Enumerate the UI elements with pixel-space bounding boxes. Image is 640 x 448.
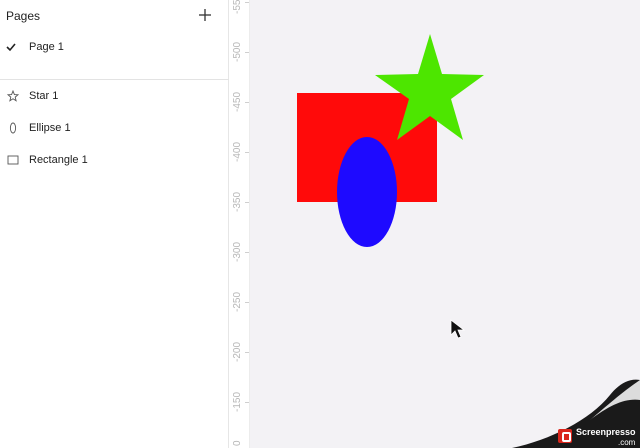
ellipse-shape[interactable] bbox=[337, 137, 397, 247]
canvas-drawing bbox=[297, 34, 640, 448]
ruler-tick-label: -450 bbox=[232, 92, 243, 113]
screenpresso-logo-icon bbox=[558, 429, 572, 443]
watermark-text: Screenpresso bbox=[576, 427, 636, 437]
ruler-tick-label: -400 bbox=[232, 142, 243, 163]
rectangle-icon bbox=[7, 155, 19, 165]
ruler-tick-label: 0 bbox=[232, 440, 243, 446]
arrow-cursor-icon bbox=[450, 319, 466, 339]
star-icon bbox=[7, 90, 19, 102]
ruler-tick-label: -350 bbox=[232, 192, 243, 213]
design-app: Pages Page 1 Star 1 Ellipse 1 Rectangle … bbox=[0, 0, 640, 448]
ruler-tick-label: -250 bbox=[232, 292, 243, 313]
ellipse-icon bbox=[9, 122, 17, 134]
design-canvas[interactable] bbox=[250, 0, 640, 448]
pages-header: Pages bbox=[0, 0, 229, 32]
layer-label: Ellipse 1 bbox=[29, 122, 71, 134]
layer-label: Rectangle 1 bbox=[29, 154, 88, 166]
ruler-tick-label: -500 bbox=[232, 42, 243, 63]
screenpresso-watermark: Screenpresso .com bbox=[558, 426, 640, 448]
page-label: Page 1 bbox=[29, 41, 64, 53]
ruler-tick-label: -300 bbox=[232, 242, 243, 263]
add-page-button[interactable] bbox=[196, 6, 214, 24]
vertical-ruler[interactable]: -550 -500 -450 -400 -350 -300 -250 -200 … bbox=[229, 0, 250, 448]
plus-icon bbox=[199, 9, 211, 21]
pages-title: Pages bbox=[6, 9, 41, 23]
page-item-page-1[interactable]: Page 1 bbox=[0, 38, 229, 58]
checkmark-icon bbox=[6, 43, 16, 52]
layer-item-ellipse-1[interactable]: Ellipse 1 bbox=[0, 117, 229, 139]
ruler-tick-label: -200 bbox=[232, 342, 243, 363]
layer-item-star-1[interactable]: Star 1 bbox=[0, 85, 229, 107]
divider bbox=[0, 79, 229, 80]
layer-label: Star 1 bbox=[29, 90, 59, 102]
ruler-tick-label: -550 bbox=[232, 0, 243, 14]
watermark-sub: .com bbox=[618, 438, 636, 447]
layers-sidebar: Pages Page 1 Star 1 Ellipse 1 Rectangle … bbox=[0, 0, 229, 448]
ruler-tick-label: -150 bbox=[232, 392, 243, 413]
layer-item-rectangle-1[interactable]: Rectangle 1 bbox=[0, 149, 229, 171]
